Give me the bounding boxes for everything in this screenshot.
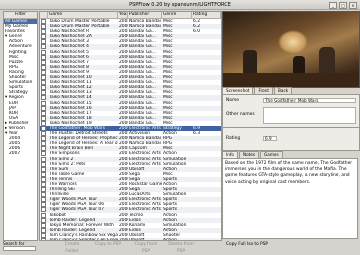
tab-info[interactable]: Info bbox=[222, 151, 238, 158]
column-header-year[interactable]: Year bbox=[118, 12, 128, 18]
close-button[interactable]: × bbox=[349, 1, 357, 9]
other-names-label: Other names bbox=[226, 112, 255, 117]
screenshot-floor bbox=[223, 73, 359, 87]
column-header-publisher[interactable]: Publisher bbox=[128, 12, 162, 18]
rating-label: Rating bbox=[226, 136, 241, 141]
column-header-genre[interactable]: Genre bbox=[162, 12, 192, 18]
column-header-rating[interactable]: Rating bbox=[192, 12, 221, 18]
maximize-button[interactable]: □ bbox=[339, 1, 347, 9]
tab-front[interactable]: Front bbox=[254, 87, 274, 94]
search-input[interactable] bbox=[3, 246, 36, 251]
name-field[interactable]: The Godfather: Mob Wars bbox=[263, 98, 356, 103]
games-table: Game Year Publisher Genre Rating Taiko D… bbox=[39, 11, 222, 241]
delete-from-psp-button[interactable]: Delete from PSP bbox=[165, 241, 197, 254]
image-tabs: Screenshot Front Back bbox=[222, 87, 293, 94]
copy-from-psp-button[interactable]: Copy from PSP bbox=[131, 241, 161, 254]
screenshot-light bbox=[278, 30, 308, 54]
action-bar: Create Folder Copy to PSP Copy from PSP … bbox=[39, 241, 358, 254]
tab-games[interactable]: Games bbox=[260, 151, 283, 158]
filter-header[interactable]: Filter bbox=[4, 12, 37, 19]
create-folder-button[interactable]: Create Folder bbox=[59, 241, 85, 254]
tab-notes[interactable]: Notes bbox=[238, 151, 260, 158]
copy-full-iso-button[interactable]: Copy Full Iso to PSP bbox=[223, 241, 271, 248]
game-description: Based on the 1972 film of the same name,… bbox=[222, 158, 358, 239]
table-body: Taiko Drum Master Portable2005Namco Band… bbox=[40, 19, 221, 240]
rating-field[interactable]: 6.9 bbox=[263, 136, 277, 141]
filter-item[interactable]: 2007 bbox=[4, 151, 37, 156]
tab-back[interactable]: Back bbox=[274, 87, 293, 94]
pspflow-window: PSPFlow 0.20 by spansunm/LIGHTFORCE _ □ … bbox=[0, 0, 360, 254]
name-label: Name bbox=[226, 98, 239, 103]
filter-tree-body: All Games My Games Favorites ▾ Genre Action A… bbox=[4, 19, 37, 157]
info-panel: Name The Godfather: Mob Wars Other names bbox=[222, 94, 360, 128]
table-header: Game Year Publisher Genre Rating bbox=[40, 12, 221, 19]
copy-to-psp-button[interactable]: Copy to PSP bbox=[95, 241, 121, 248]
column-header-check[interactable] bbox=[40, 12, 48, 18]
filter-tree: Filter All Games My Games Favorites ▾ Genre… bbox=[3, 11, 38, 241]
title-bar[interactable]: PSPFlow 0.20 by spansunm/LIGHTFORCE _ □ … bbox=[0, 0, 360, 10]
rating-panel: Rating 6.9 bbox=[222, 127, 360, 151]
detail-tabs: Info Notes Games bbox=[222, 151, 283, 158]
window-controls: _ □ × bbox=[329, 1, 357, 9]
other-names-field[interactable] bbox=[263, 107, 356, 124]
game-screenshot bbox=[222, 11, 360, 88]
minimize-button[interactable]: _ bbox=[329, 1, 337, 9]
column-header-game[interactable]: Game bbox=[48, 12, 118, 18]
tab-screenshot[interactable]: Screenshot bbox=[222, 87, 254, 94]
window-title: PSPFlow 0.20 by spansunm/LIGHTFORCE bbox=[129, 1, 231, 8]
